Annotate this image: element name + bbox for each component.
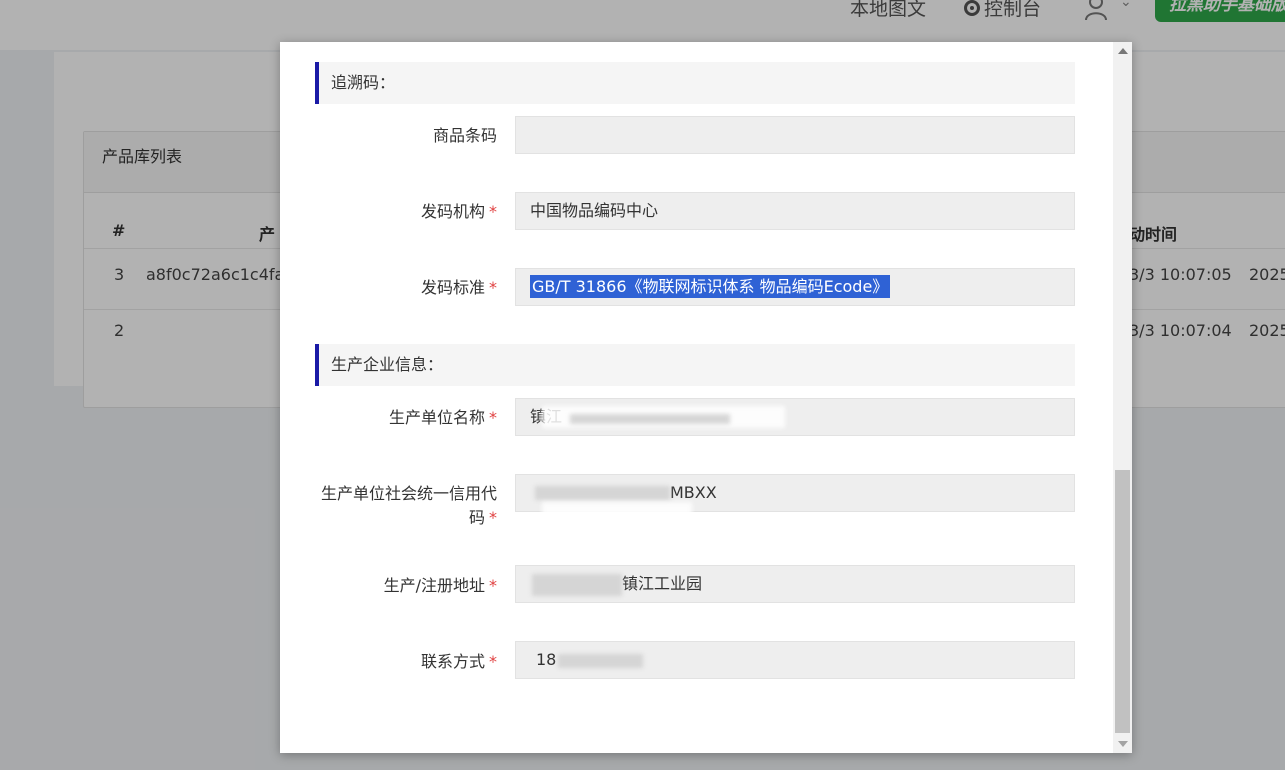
scrollbar-thumb[interactable] xyxy=(1115,470,1130,733)
standard-label: 发码标准 * xyxy=(420,278,497,297)
selected-text: GB/T 31866《物联网标识体系 物品编码Ecode》 xyxy=(530,275,891,298)
address-label: 生产/注册地址 * xyxy=(383,576,497,595)
scroll-down-arrow-icon[interactable] xyxy=(1118,741,1128,747)
standard-field[interactable]: GB/T 31866《物联网标识体系 物品编码Ecode》 xyxy=(515,268,1075,306)
barcode-field[interactable] xyxy=(515,116,1075,154)
credit-code-label: 生产单位社会统一信用代码 * xyxy=(320,484,497,527)
issuer-label: 发码机构 * xyxy=(420,202,497,221)
required-mark: * xyxy=(489,202,497,221)
enterprise-section-title: 生产企业信息： xyxy=(315,344,1075,386)
required-mark: * xyxy=(489,652,497,671)
scroll-up-arrow-icon[interactable] xyxy=(1118,48,1128,54)
product-detail-modal: 追溯码： 商品条码 发码机构 * 中国物品编码中心 发码标准 * GB/T 3186… xyxy=(280,42,1132,753)
redaction-mask xyxy=(570,414,730,424)
trace-code-section-title: 追溯码： xyxy=(315,62,1075,104)
required-mark: * xyxy=(489,408,497,427)
redaction-mask xyxy=(532,574,622,596)
redaction-mask xyxy=(558,654,643,668)
modal-scrollbar[interactable] xyxy=(1113,42,1132,753)
required-mark: * xyxy=(489,508,497,527)
issuer-field[interactable]: 中国物品编码中心 xyxy=(515,192,1075,230)
required-mark: * xyxy=(489,576,497,595)
redaction-mask xyxy=(542,502,692,518)
required-mark: * xyxy=(489,278,497,297)
redaction-mask xyxy=(535,486,670,500)
barcode-label: 商品条码 xyxy=(432,126,497,145)
company-name-label: 生产单位名称 * xyxy=(388,408,497,427)
contact-label: 联系方式 * xyxy=(420,652,497,671)
